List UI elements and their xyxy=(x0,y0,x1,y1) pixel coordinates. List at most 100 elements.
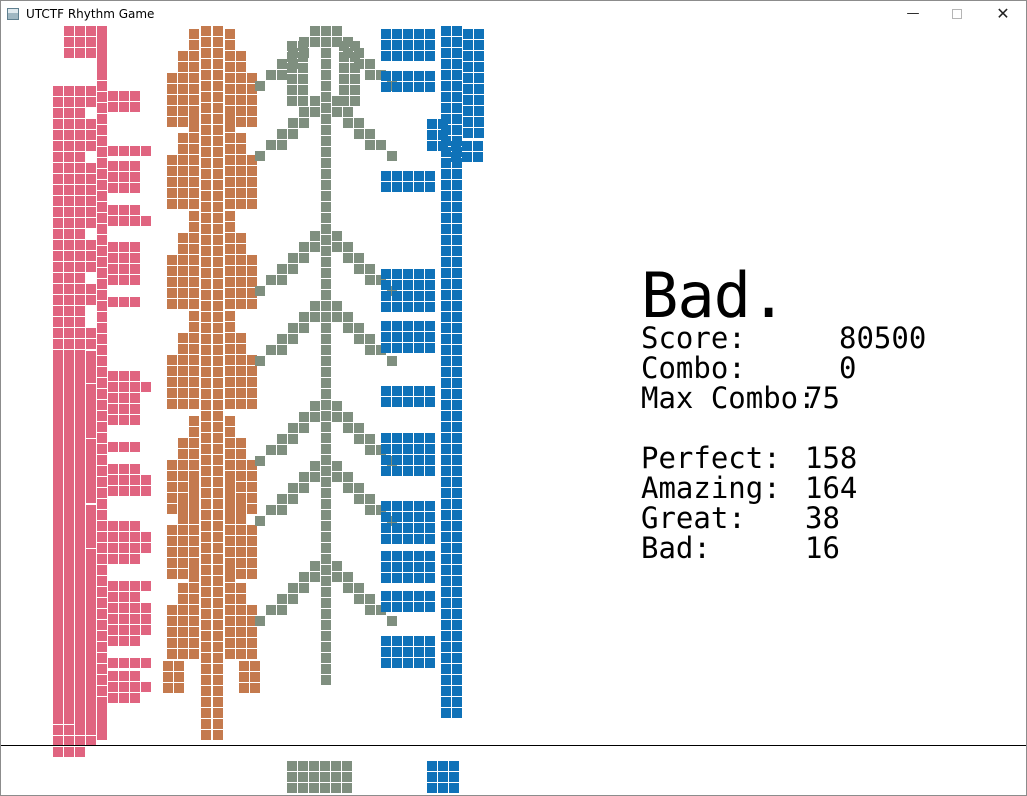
note xyxy=(247,504,257,514)
note xyxy=(64,671,74,681)
note xyxy=(213,609,223,619)
note xyxy=(213,180,223,190)
note xyxy=(236,503,246,513)
note xyxy=(392,343,402,353)
note xyxy=(213,532,223,542)
note xyxy=(452,510,462,520)
note xyxy=(321,136,331,146)
note xyxy=(441,620,451,630)
note xyxy=(452,598,462,608)
close-button[interactable]: ✕ xyxy=(980,1,1026,26)
note xyxy=(365,505,375,515)
note xyxy=(86,373,96,383)
note xyxy=(381,658,391,668)
note xyxy=(86,163,96,173)
note xyxy=(425,29,435,39)
note xyxy=(189,244,199,254)
note xyxy=(53,108,63,118)
note xyxy=(474,128,484,138)
note xyxy=(473,152,483,162)
note xyxy=(438,772,448,782)
note xyxy=(86,572,96,582)
note xyxy=(86,682,96,692)
note xyxy=(225,471,235,481)
note xyxy=(342,783,352,793)
note xyxy=(414,182,424,192)
note xyxy=(75,152,85,162)
note xyxy=(255,356,265,366)
note xyxy=(321,389,331,399)
note xyxy=(213,378,223,388)
note xyxy=(277,434,287,444)
note xyxy=(247,95,257,105)
note xyxy=(310,472,320,482)
note xyxy=(321,158,331,168)
note xyxy=(174,683,184,693)
note xyxy=(53,97,63,107)
note xyxy=(225,460,235,470)
note xyxy=(75,461,85,471)
note xyxy=(381,182,391,192)
note xyxy=(213,213,223,223)
note xyxy=(53,538,63,548)
note xyxy=(53,351,63,361)
note xyxy=(64,516,74,526)
note xyxy=(236,438,246,448)
note xyxy=(392,647,402,657)
note xyxy=(463,95,473,105)
note xyxy=(236,199,246,209)
note xyxy=(287,85,297,95)
note xyxy=(321,576,331,586)
note xyxy=(213,708,223,718)
note xyxy=(403,269,413,279)
note xyxy=(213,70,223,80)
note xyxy=(189,155,199,165)
note xyxy=(201,708,211,718)
maximize-button[interactable] xyxy=(934,1,980,26)
note xyxy=(178,627,188,637)
minimize-button[interactable]: — xyxy=(890,1,936,26)
note xyxy=(75,450,85,460)
note xyxy=(53,483,63,493)
note xyxy=(53,572,63,582)
note xyxy=(225,561,235,571)
note xyxy=(64,747,74,757)
note xyxy=(441,433,451,443)
note xyxy=(86,527,96,537)
note xyxy=(53,627,63,637)
note xyxy=(427,783,437,793)
note xyxy=(108,172,118,182)
note xyxy=(189,177,199,187)
note xyxy=(119,161,129,171)
note xyxy=(189,299,199,309)
note xyxy=(97,642,107,652)
note xyxy=(178,277,188,287)
max-combo-label: Max Combo: xyxy=(641,381,816,415)
note xyxy=(287,772,297,782)
note xyxy=(403,332,413,342)
note xyxy=(392,71,402,81)
note xyxy=(310,561,320,571)
note xyxy=(75,472,85,482)
note xyxy=(425,269,435,279)
note xyxy=(321,213,331,223)
note xyxy=(225,288,235,298)
note xyxy=(343,253,353,263)
note xyxy=(189,111,199,121)
note xyxy=(343,583,353,593)
note xyxy=(75,395,85,405)
note xyxy=(381,269,391,279)
note xyxy=(381,523,391,533)
note xyxy=(213,301,223,311)
note xyxy=(441,697,451,707)
note xyxy=(108,161,118,171)
note xyxy=(381,40,391,50)
note xyxy=(189,211,199,221)
note xyxy=(178,233,188,243)
title-bar[interactable]: UTCTF Rhythm Game — ✕ xyxy=(1,1,1026,26)
note xyxy=(64,108,74,118)
note xyxy=(86,549,96,559)
note xyxy=(266,445,276,455)
note xyxy=(239,672,249,682)
note xyxy=(287,783,297,793)
